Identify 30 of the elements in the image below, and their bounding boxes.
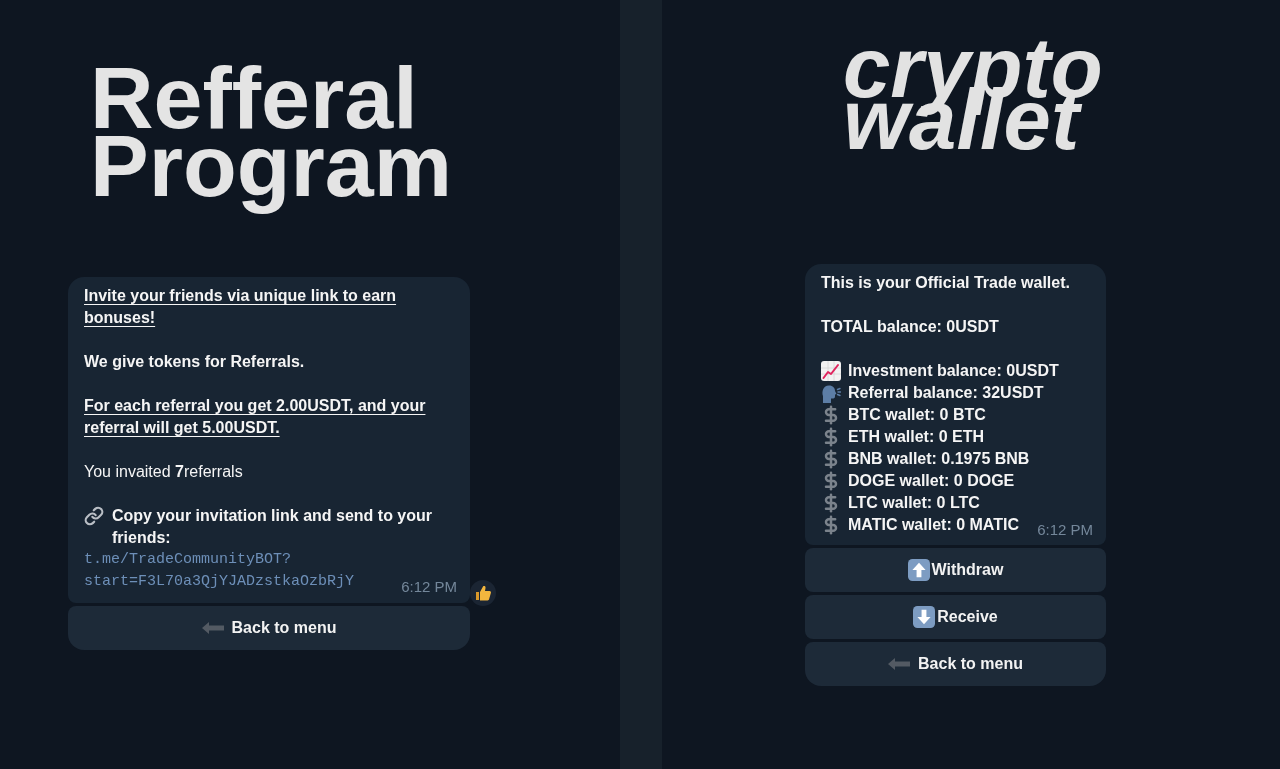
thumbs-up-icon[interactable] (470, 580, 496, 606)
balance-text: MATIC wallet: 0 MATIC (848, 515, 1019, 535)
page-title: Refferal Program (90, 60, 452, 216)
keyboard-button[interactable]: Back to menu (68, 606, 470, 650)
chart-icon (821, 361, 841, 381)
message-text: We give tokens for Referrals. (84, 352, 306, 372)
message-time: 6:12 PM (401, 577, 457, 597)
message-text: TOTAL balance: 0USDT (821, 317, 1000, 337)
balance-text: ETH wallet: 0 ETH (848, 427, 985, 447)
balance-text: BTC wallet: 0 BTC (848, 405, 986, 425)
logo-text: crypto wallet (843, 36, 1103, 152)
invite-link[interactable]: t.me/TradeCommunityBOT? start=F3L70a3QjYJADzstkaOzbRjY (84, 549, 355, 593)
back-arrow-icon (201, 622, 224, 634)
message-text: Invite your friends via unique link to earn bonuses! (84, 286, 398, 328)
keyboard-button[interactable]: Withdraw (805, 548, 1106, 592)
message-text: This is your Official Trade wallet. (821, 273, 1071, 293)
message-time: 6:12 PM (1037, 520, 1093, 540)
balance-text: LTC wallet: 0 LTC (848, 493, 980, 513)
balance-text: BNB wallet: 0.1975 BNB (848, 449, 1030, 469)
keyboard-button[interactable]: Receive (805, 595, 1106, 639)
balance-text: Referral balance: 32USDT (848, 383, 1044, 403)
keyboard-button[interactable]: Back to menu (805, 642, 1106, 686)
balance-text: Investment balance: 0USDT (848, 361, 1059, 381)
link-icon (84, 506, 104, 526)
speaking-head-icon (821, 383, 841, 403)
back-arrow-icon (888, 658, 911, 670)
message-text: For each referral you get 2.00USDT, and your referral will get 5.00USDT. (84, 396, 427, 438)
message-text: Copy your invitation link and send to your friends: (112, 506, 434, 548)
message-text: You invaited 7referrals (84, 462, 244, 482)
balance-text: DOGE wallet: 0 DOGE (848, 471, 1015, 491)
